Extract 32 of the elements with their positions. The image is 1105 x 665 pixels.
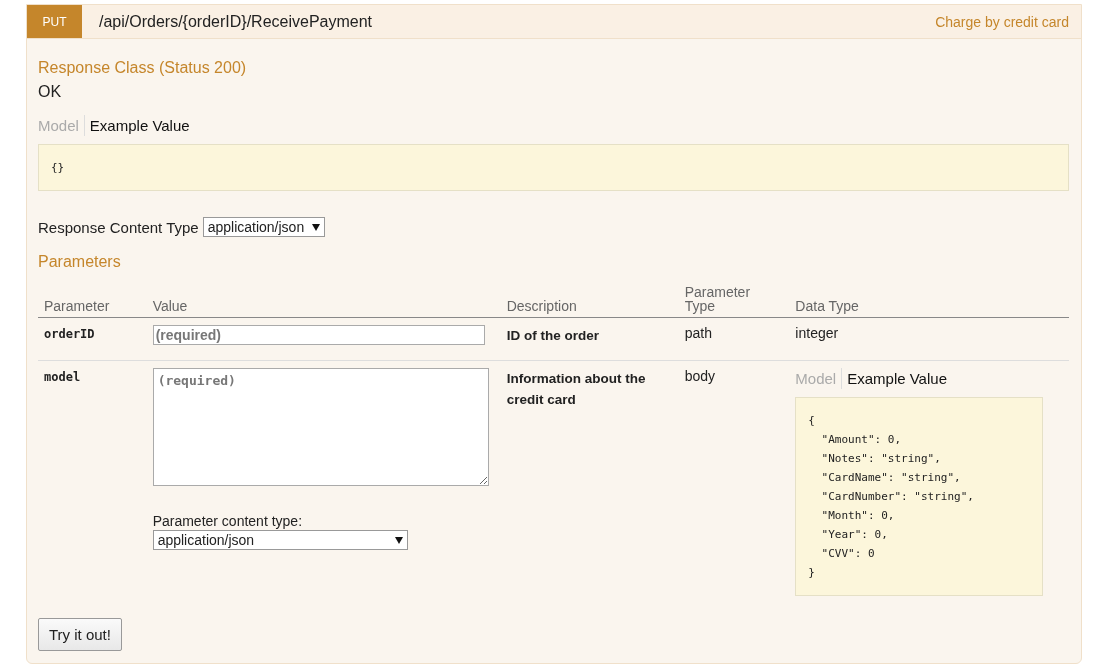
operation-summary: Charge by credit card <box>935 13 1069 30</box>
caret-icon <box>312 223 321 231</box>
parameter-type: body <box>684 368 716 384</box>
try-it-out-button[interactable]: Try it out! <box>38 618 122 651</box>
parameter-description: ID of the order <box>506 327 600 345</box>
parameter-name: model <box>44 370 81 384</box>
body-textarea[interactable]: (required) <box>152 368 489 486</box>
caret-icon <box>394 536 403 544</box>
column-header: Value <box>146 281 501 318</box>
column-header: Parameter Type <box>678 281 790 318</box>
operation-header[interactable]: PUT /api/Orders/{orderID}/ReceivePayment Charge by credit card <box>27 5 1081 39</box>
column-header: Data Type <box>789 281 1069 318</box>
section-title: Parameters <box>38 253 122 271</box>
column-header: Description <box>500 281 679 318</box>
value-input[interactable]: (required) <box>152 325 485 345</box>
content-type-dropdown[interactable]: application/json <box>202 217 326 237</box>
response-message: OK <box>38 83 63 101</box>
example-code: {} <box>38 144 1069 191</box>
content-type-dropdown[interactable]: application/json <box>152 530 408 550</box>
parameter-type: path <box>684 325 712 341</box>
parameter-name: orderID <box>44 327 95 341</box>
endpoint-path: /api/Orders/{orderID}/ReceivePayment <box>99 12 373 31</box>
example-value-tab[interactable]: Example Value <box>83 115 195 136</box>
field-label: Parameter content type: <box>152 513 304 529</box>
method-badge: PUT <box>27 5 82 38</box>
example-value-tab[interactable]: Example Value <box>841 368 952 389</box>
example-code: { "Amount": 0, "Notes": "string", "CardName": "string", "CardNumber": "string", "Month": 0, "Year": 0, "CVV": 0 } <box>795 397 1044 596</box>
column-header: Parameter <box>38 281 147 318</box>
section-title: Response Class (Status 200) <box>38 59 248 77</box>
data-type: integer <box>795 325 839 341</box>
field-label: Response Content Type <box>38 218 199 236</box>
parameter-description: Information about the credit card <box>506 370 647 409</box>
